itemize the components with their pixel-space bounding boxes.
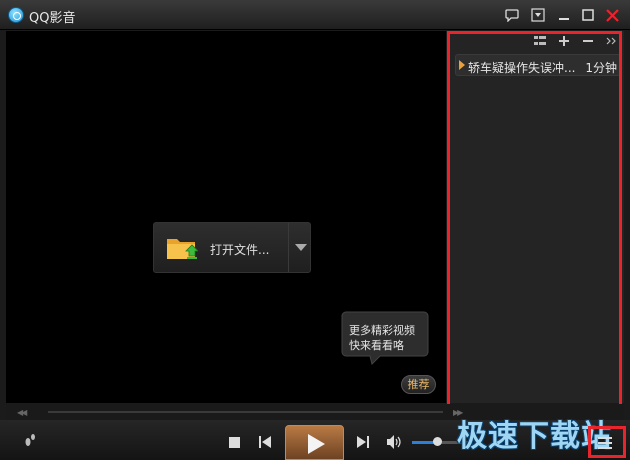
playing-indicator-icon [459,60,465,70]
open-file-dropdown-icon[interactable] [295,244,307,251]
next-button[interactable] [356,435,370,449]
open-file-divider [288,223,289,272]
promo-text-line1: 更多精彩视频 [349,324,415,337]
video-area[interactable]: 打开文件... 更多精彩视频 快来看看咯 推荐 [6,31,446,403]
seek-back-icon[interactable]: ◀◀ [17,408,27,417]
playlist-item[interactable]: 轿车疑操作失误冲... 1分钟 [455,54,621,76]
qq-player-logo-icon [8,7,24,23]
promo-text: 更多精彩视频 快来看看咯 [349,323,429,353]
playlist-item-name: 轿车疑操作失误冲... [468,61,576,75]
recommend-button[interactable]: 推荐 [401,375,436,394]
add-icon[interactable] [557,34,571,48]
maximize-icon[interactable] [579,6,597,24]
playlist-item-duration: 1分钟 [585,61,617,75]
title-bar: QQ影音 [0,0,630,30]
playlist-panel: 轿车疑操作失误冲... 1分钟 [449,31,624,403]
playlist-toolbar [450,31,625,51]
playlist-toggle-icon[interactable] [598,437,612,449]
folder-icon [167,239,198,259]
playlist-view-icon[interactable] [533,34,547,48]
close-icon[interactable] [603,6,621,24]
collapse-panel-icon[interactable] [605,34,619,48]
seek-track[interactable] [48,411,443,413]
promo-text-line2: 快来看看咯 [349,339,404,352]
minimize-icon[interactable] [555,6,573,24]
stop-button[interactable] [227,435,241,449]
chat-icon[interactable] [503,6,521,24]
open-file-button[interactable]: 打开文件... [153,222,311,273]
footprint-icon[interactable] [22,432,38,448]
app-title: QQ影音 [29,11,76,26]
previous-button[interactable] [258,435,272,449]
open-file-label: 打开文件... [210,243,270,257]
remove-icon[interactable] [581,34,595,48]
play-button[interactable] [285,425,344,460]
menu-dropdown-icon[interactable] [529,6,547,24]
volume-icon[interactable] [386,434,404,450]
play-icon [308,434,325,454]
